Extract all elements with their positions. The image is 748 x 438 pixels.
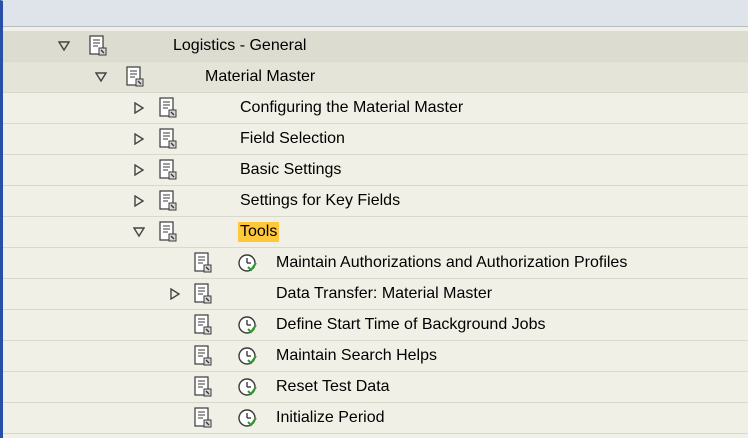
document-icon [194, 376, 212, 397]
document-icon [159, 190, 177, 211]
tree-node-maintain-search-helps[interactable]: Maintain Search Helps [3, 341, 748, 372]
collapsed-triangle-icon[interactable] [133, 102, 145, 114]
tree-node-reset-test-data[interactable]: Reset Test Data [3, 372, 748, 403]
collapsed-triangle-icon[interactable] [133, 133, 145, 145]
document-icon [159, 128, 177, 149]
tree-node-maintain-authorizations[interactable]: Maintain Authorizations and Authorizatio… [3, 248, 748, 279]
expanded-triangle-icon[interactable] [95, 71, 107, 83]
expanded-triangle-icon[interactable] [133, 226, 145, 238]
document-icon [194, 283, 212, 304]
execute-clock-icon[interactable] [237, 315, 257, 335]
tree-node-label: Define Start Time of Background Jobs [276, 316, 546, 333]
tree-node-label: Settings for Key Fields [240, 192, 401, 209]
tree-node-label-selected: Tools [238, 222, 280, 242]
collapsed-triangle-icon[interactable] [169, 288, 181, 300]
tree-node-label: Field Selection [240, 130, 345, 147]
tree-node-data-transfer[interactable]: Data Transfer: Material Master [3, 279, 748, 310]
tree-node-tools[interactable]: Tools [3, 217, 748, 248]
tree-node-label: Logistics - General [173, 37, 307, 54]
tree-node-basic-settings[interactable]: Basic Settings [3, 155, 748, 186]
tree-node-label: Material Master [205, 68, 316, 85]
tree-node-label: Maintain Search Helps [276, 347, 437, 364]
tree-node-define-start-time[interactable]: Define Start Time of Background Jobs [3, 310, 748, 341]
tree-node-label: Initialize Period [276, 409, 385, 426]
tree-node-material-master[interactable]: Material Master [3, 62, 748, 93]
document-icon [126, 66, 144, 87]
tree-node-label: Data Transfer: Material Master [276, 285, 493, 302]
document-icon [159, 97, 177, 118]
tree-node-label: Reset Test Data [276, 378, 390, 395]
tree-node-label: Configuring the Material Master [240, 99, 464, 116]
document-icon [194, 314, 212, 335]
document-icon [89, 35, 107, 56]
tree-node-logistics-general[interactable]: Logistics - General [3, 31, 748, 62]
execute-clock-icon[interactable] [237, 377, 257, 397]
tree-node-label: Maintain Authorizations and Authorizatio… [276, 254, 628, 271]
expanded-triangle-icon[interactable] [58, 40, 70, 52]
execute-clock-icon[interactable] [237, 346, 257, 366]
tree-node-field-selection[interactable]: Field Selection [3, 124, 748, 155]
document-icon [194, 407, 212, 428]
document-icon [159, 221, 177, 242]
execute-clock-icon[interactable] [237, 253, 257, 273]
tree-node-key-fields[interactable]: Settings for Key Fields [3, 186, 748, 217]
document-icon [159, 159, 177, 180]
header-strip [3, 0, 748, 27]
tree-node-initialize-period[interactable]: Initialize Period [3, 403, 748, 434]
execute-clock-icon[interactable] [237, 408, 257, 428]
collapsed-triangle-icon[interactable] [133, 164, 145, 176]
tree-node-configuring[interactable]: Configuring the Material Master [3, 93, 748, 124]
collapsed-triangle-icon[interactable] [133, 195, 145, 207]
tree-node-label: Basic Settings [240, 161, 342, 178]
document-icon [194, 252, 212, 273]
document-icon [194, 345, 212, 366]
